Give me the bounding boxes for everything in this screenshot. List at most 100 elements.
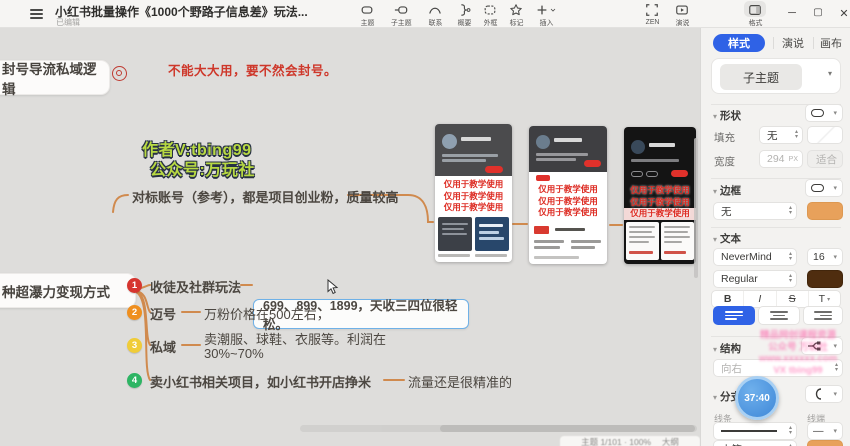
- document-title: 小红书批量操作《1000个野路子信息差》玩法...: [55, 3, 308, 20]
- section-shape[interactable]: ▾形状: [713, 108, 741, 123]
- section-text[interactable]: ▾文本: [713, 231, 741, 246]
- toolbar-insert-button[interactable]: 插入: [526, 1, 566, 28]
- titlebar: 小红书批量操作《1000个野路子信息差》玩法... 已编辑 主题 子主题 联系 …: [0, 0, 850, 28]
- branch-benchmark-accounts[interactable]: 对标账号（参考），都是项目创业粉，质量较高: [132, 187, 399, 206]
- structure-direction-stepper[interactable]: 向右▴▾: [713, 359, 843, 377]
- format-panel: 样式 演说 画布 子主题 ▾ ▾形状 ▾ 填充 无▴▾ 宽度 294PX 适合 …: [700, 28, 850, 446]
- width-input[interactable]: 294PX: [759, 150, 803, 168]
- align-right-button[interactable]: [803, 306, 843, 325]
- zen-mode-icon: [645, 3, 659, 17]
- node-block-logic[interactable]: 封号导流私域逻辑: [0, 60, 110, 95]
- branch-private-domain-detail2[interactable]: 30%~70%: [204, 346, 264, 361]
- width-label: 宽度: [714, 154, 735, 169]
- text-transform-button[interactable]: T▾: [809, 291, 840, 307]
- teaching-watermark: 仅用于教学使用: [435, 179, 512, 191]
- section-structure[interactable]: ▾结构: [713, 341, 741, 356]
- curved-branch-icon: [811, 388, 823, 400]
- toolbar-pitch-button[interactable]: 演说: [665, 1, 699, 28]
- border-style-dropdown[interactable]: ▾: [805, 179, 843, 197]
- tab-separator: [813, 37, 814, 49]
- strikethrough-button[interactable]: S: [777, 291, 809, 307]
- toolbar-format-button[interactable]: 格式: [738, 1, 772, 28]
- marker-star-icon: [509, 3, 523, 17]
- node-monetize-methods[interactable]: 种超瀑力变现方式: [0, 273, 136, 308]
- fill-label: 填充: [714, 130, 735, 145]
- hamburger-menu-icon[interactable]: [30, 9, 43, 19]
- font-weight-stepper[interactable]: Regular▴▾: [713, 270, 797, 288]
- toolbar-subtopic-button[interactable]: 子主题: [384, 1, 418, 28]
- branch-sell-account-detail[interactable]: 万粉价格在500左右，: [204, 304, 330, 323]
- font-size-dropdown[interactable]: 16▾: [807, 248, 843, 266]
- subtopic-icon: [394, 3, 408, 17]
- border-color-swatch[interactable]: [807, 202, 843, 220]
- marker-number-3[interactable]: 3: [127, 338, 142, 353]
- border-width-stepper[interactable]: 无▴▾: [713, 202, 797, 220]
- rounded-rect-shape-icon: [811, 109, 824, 117]
- toolbar-zen-button[interactable]: ZEN: [635, 1, 669, 28]
- minimize-button[interactable]: ─: [784, 7, 800, 19]
- section-border[interactable]: ▾边框: [713, 183, 741, 198]
- post-thumbnail: [626, 222, 659, 260]
- document-status: 已编辑: [56, 17, 80, 28]
- branch-color-swatch[interactable]: [807, 440, 843, 446]
- fit-width-button[interactable]: 适合: [807, 150, 843, 168]
- panel-tab-map[interactable]: 画布: [817, 34, 845, 52]
- branch-sell-projects[interactable]: 卖小红书相关项目，如小红书开店挣米: [150, 372, 371, 391]
- branch-shape-dropdown[interactable]: ▾: [805, 385, 843, 403]
- canvas-statusbar: 主题 1/101 · 100% 大纲: [560, 436, 700, 446]
- branch-private-domain[interactable]: 私域: [150, 337, 176, 356]
- marker-number-1[interactable]: 1: [127, 278, 142, 293]
- horizontal-scrollbar[interactable]: [300, 425, 697, 432]
- post-thumbnail: [475, 217, 509, 251]
- avatar: [536, 135, 550, 149]
- teaching-watermark: 仅用于教学使用: [624, 185, 696, 197]
- xiaohongshu-profile-screenshot-1[interactable]: 仅用于教学使用 仅用于教学使用 仅用于教学使用: [435, 124, 512, 262]
- avatar: [442, 134, 457, 149]
- insert-plus-icon: [535, 3, 549, 17]
- branch-sell-account[interactable]: 迈号: [150, 304, 176, 323]
- author-watermark-line2: 公众号:万玩社: [150, 156, 255, 180]
- avatar: [631, 140, 645, 154]
- horizontal-scrollbar-thumb[interactable]: [440, 425, 695, 432]
- toolbar-topic-button[interactable]: 主题: [350, 1, 384, 28]
- maximize-button[interactable]: ▢: [810, 7, 826, 18]
- chevron-down-icon: [549, 6, 557, 14]
- font-family-stepper[interactable]: NeverMind▴▾: [713, 248, 797, 266]
- fill-color-swatch[interactable]: [807, 126, 843, 144]
- branch-apprentice-community[interactable]: 收徒及社群玩法: [150, 277, 241, 296]
- xiaohongshu-profile-screenshot-2[interactable]: 仅用于教学使用 仅用于教学使用 仅用于教学使用: [529, 126, 607, 264]
- divider: [711, 227, 841, 228]
- bold-button[interactable]: B: [712, 291, 744, 307]
- pitch-play-icon: [675, 3, 689, 17]
- align-left-button[interactable]: [713, 306, 755, 325]
- fill-stepper[interactable]: 无▴▾: [759, 126, 803, 144]
- panel-tab-style[interactable]: 样式: [713, 34, 765, 52]
- video-timestamp-overlay: 37:40: [735, 376, 779, 420]
- marker-number-2[interactable]: 2: [127, 305, 142, 320]
- shape-style-dropdown[interactable]: ▾: [805, 104, 843, 122]
- summary-icon: [457, 3, 471, 17]
- text-color-swatch[interactable]: [807, 270, 843, 288]
- align-center-button[interactable]: [758, 306, 800, 325]
- vertical-scrollbar-thumb[interactable]: [694, 138, 698, 278]
- line-style-stepper[interactable]: ▴▾: [713, 422, 797, 440]
- branch-sell-projects-detail[interactable]: 流量还是很精准的: [408, 372, 512, 391]
- xiaohongshu-profile-screenshot-3[interactable]: 仅用于教学使用 仅用于教学使用 仅用于教学使用: [624, 127, 696, 264]
- red-stamp-marker-icon[interactable]: [112, 66, 127, 81]
- topic-type-card: 子主题 ▾: [711, 58, 841, 94]
- logic-chart-icon: [807, 341, 821, 351]
- close-button[interactable]: ✕: [836, 7, 850, 20]
- italic-button[interactable]: I: [744, 291, 776, 307]
- marker-number-4[interactable]: 4: [127, 373, 142, 388]
- mindmap-canvas[interactable]: 不能大大用，要不然会封号。 封号导流私域逻辑 作者V:tbing99 公众号:万…: [0, 28, 700, 446]
- topic-type-selector[interactable]: 子主题: [720, 64, 802, 90]
- mouse-cursor: [326, 279, 340, 295]
- panel-tab-pitch[interactable]: 演说: [779, 34, 807, 52]
- chevron-down-icon[interactable]: ▾: [828, 69, 832, 78]
- line-width-stepper[interactable]: 中等▴▾: [713, 440, 797, 446]
- structure-type-dropdown[interactable]: ▾: [801, 337, 843, 355]
- line-cap-dropdown[interactable]: —▾: [807, 422, 843, 440]
- post-thumbnail: [661, 222, 694, 260]
- post-thumbnail: [438, 217, 472, 251]
- red-annotation-text: 不能大大用，要不然会封号。: [168, 60, 378, 79]
